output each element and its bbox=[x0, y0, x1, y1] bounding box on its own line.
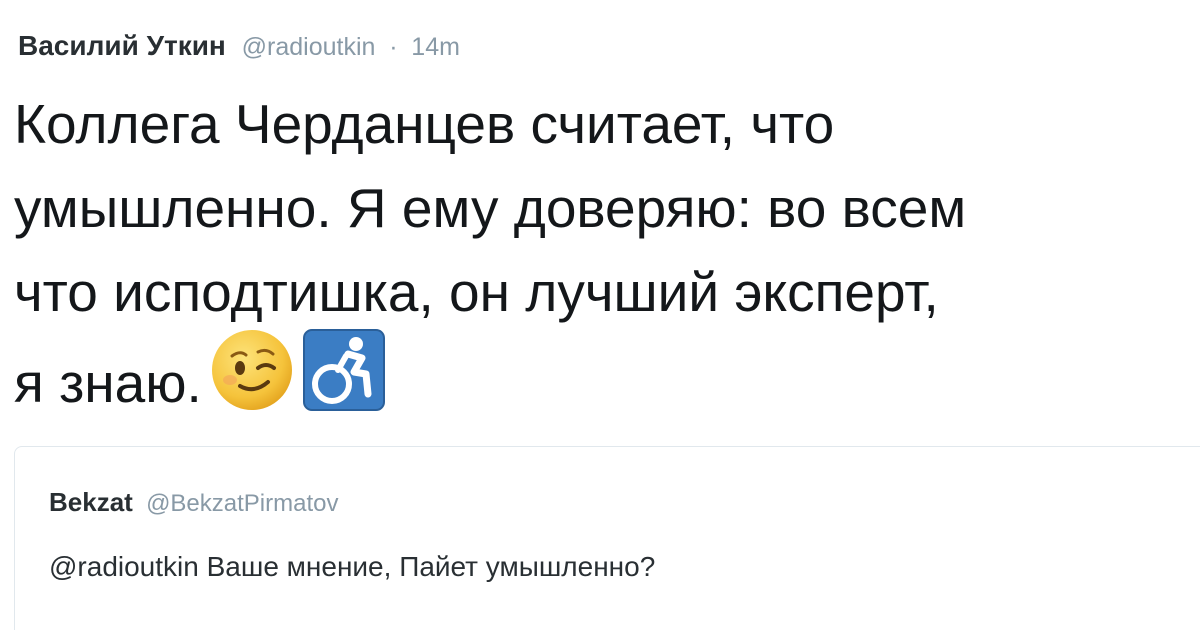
tweet-text-line: Коллега Черданцев считает, что bbox=[14, 93, 835, 155]
tweet-text: Коллега Черданцев считает, что умышленно… bbox=[14, 82, 1200, 418]
winking-face-icon bbox=[210, 328, 294, 435]
author-name[interactable]: Василий Уткин bbox=[18, 30, 226, 61]
header-separator: · bbox=[389, 33, 398, 61]
author-handle[interactable]: @radioutkin bbox=[242, 33, 376, 61]
tweet: Василий Уткин @radioutkin · 14m Коллега … bbox=[0, 0, 1200, 630]
tweet-timestamp[interactable]: 14m bbox=[411, 33, 460, 61]
tweet-text-line-last: я знаю. bbox=[14, 329, 1200, 418]
tweet-text-line: что исподтишка, он лучший эксперт, bbox=[14, 261, 939, 323]
quoted-tweet-header: Bekzat @BekzatPirmatov bbox=[49, 487, 338, 518]
wheelchair-symbol-icon bbox=[302, 328, 386, 435]
tweet-header: Василий Уткин @radioutkin · 14m bbox=[18, 26, 460, 66]
tweet-text-line-content: я знаю. bbox=[14, 352, 202, 415]
quoted-tweet-card[interactable]: Bekzat @BekzatPirmatov @radioutkin Ваше … bbox=[14, 446, 1200, 630]
tweet-text-line: умышленно. Я ему доверяю: во всем bbox=[14, 177, 967, 239]
quoted-author-handle[interactable]: @BekzatPirmatov bbox=[146, 490, 338, 517]
quoted-tweet-text: @radioutkin Ваше мнение, Пайет умышленно… bbox=[49, 551, 656, 582]
quoted-author-name[interactable]: Bekzat bbox=[49, 487, 133, 517]
